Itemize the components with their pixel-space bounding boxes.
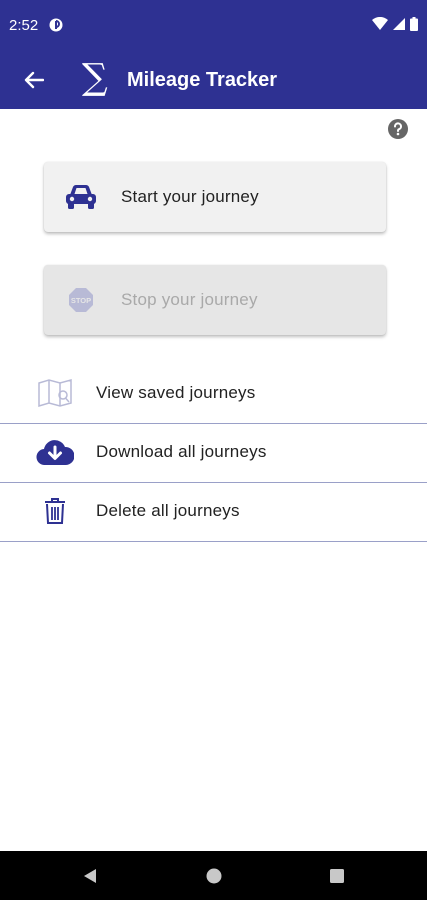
arrow-back-icon — [24, 71, 44, 89]
system-nav-bar — [0, 851, 427, 900]
notification-app-icon — [49, 18, 63, 32]
trash-icon-wrap — [36, 492, 74, 530]
divider — [0, 541, 427, 542]
map-icon-wrap — [36, 374, 74, 412]
triangle-back-icon — [84, 869, 96, 883]
map-icon — [38, 379, 72, 407]
signal-icon — [393, 18, 405, 30]
menu-item-label: Download all journeys — [96, 442, 267, 461]
nav-back-button[interactable] — [79, 865, 101, 887]
stop-sign-icon: STOP — [69, 288, 93, 312]
help-button[interactable] — [388, 119, 408, 139]
nav-home-button[interactable] — [203, 865, 225, 887]
stop-journey-button[interactable]: STOP Stop your journey — [44, 265, 386, 335]
status-time: 2:52 — [9, 17, 39, 34]
menu-item-view-saved[interactable]: View saved journeys — [0, 364, 427, 422]
car-icon-wrap — [64, 180, 98, 214]
help-circle-icon — [388, 119, 408, 139]
start-journey-button[interactable]: Start your journey — [44, 162, 386, 232]
svg-text:STOP: STOP — [71, 296, 91, 305]
circle-home-icon — [206, 868, 222, 884]
trash-icon — [45, 498, 65, 524]
cloud-download-icon-wrap — [36, 433, 74, 471]
menu-item-delete-all[interactable]: Delete all journeys — [0, 482, 427, 540]
menu-item-label: Delete all journeys — [96, 501, 240, 520]
menu-item-download-all[interactable]: Download all journeys — [0, 423, 427, 481]
menu-item-label: View saved journeys — [96, 383, 256, 402]
nav-recents-button[interactable] — [326, 865, 348, 887]
stop-journey-label: Stop your journey — [121, 290, 258, 309]
status-bar: 2:52 — [0, 0, 427, 52]
stop-icon-wrap: STOP — [64, 283, 98, 317]
start-journey-label: Start your journey — [121, 187, 259, 206]
app-bar: ∑ Mileage Tracker — [0, 52, 427, 109]
back-button[interactable] — [18, 64, 50, 96]
square-recents-icon — [330, 869, 344, 883]
status-icons — [372, 17, 418, 31]
battery-icon — [410, 17, 418, 31]
cloud-download-icon — [36, 440, 74, 466]
page-title: Mileage Tracker — [127, 69, 278, 91]
car-icon — [66, 185, 96, 209]
app-logo: ∑ — [82, 57, 108, 98]
wifi-icon — [372, 17, 388, 30]
